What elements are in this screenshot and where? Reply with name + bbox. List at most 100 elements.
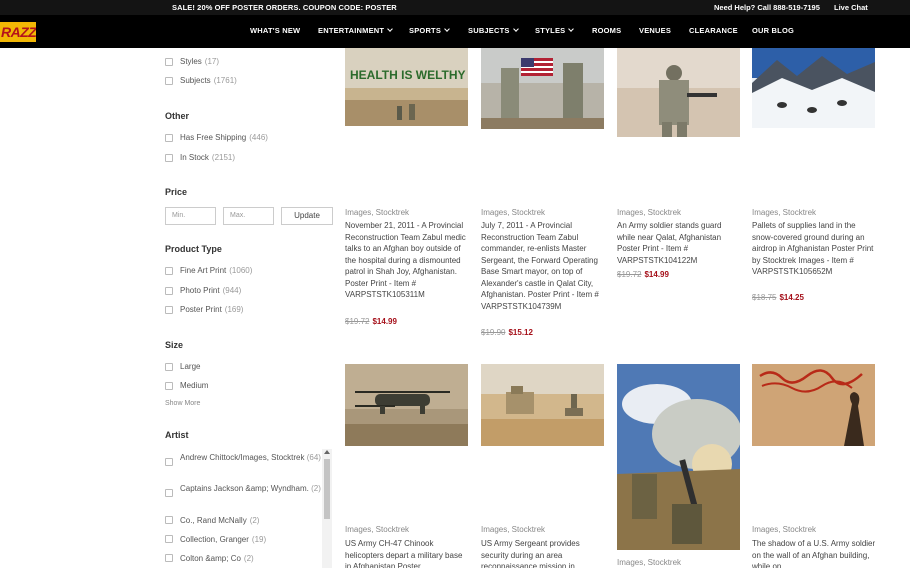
filter-size-medium[interactable]: Medium — [165, 381, 208, 390]
filter-sidebar: Styles (17) Subjects (1761) Other Has Free… — [0, 48, 340, 568]
filter-free-shipping[interactable]: Has Free Shipping (446) — [165, 133, 268, 142]
product-image-reconnaissance[interactable] — [481, 364, 604, 446]
filter-artist-item[interactable]: Colton &amp; Co (2) — [165, 553, 320, 565]
image-sign-text: HEALTH IS WELTHY — [350, 68, 466, 82]
nav-venues[interactable]: VENUES — [639, 26, 671, 35]
filter-size-large[interactable]: Large — [165, 362, 200, 371]
live-chat-link[interactable]: Live Chat — [834, 3, 868, 12]
filter-label: Captains Jackson &amp; Wyndham. — [180, 484, 309, 493]
size-show-more-link[interactable]: Show More — [165, 400, 200, 407]
product-title-link[interactable]: US Army Sergeant provides security durin… — [481, 538, 605, 568]
filter-count: (17) — [204, 57, 220, 66]
checkbox[interactable] — [165, 57, 173, 66]
price-update-button[interactable]: Update — [281, 207, 333, 225]
product-image-shadow[interactable] — [752, 364, 875, 446]
filter-label: Andrew Chittock/Images, Stocktrek — [180, 453, 305, 462]
checkbox[interactable] — [165, 266, 173, 275]
product-category: Images, Stocktrek — [752, 208, 817, 217]
nav-label: VENUES — [639, 26, 672, 35]
checkbox[interactable] — [165, 362, 173, 371]
product-category: Images, Stocktrek — [345, 208, 410, 217]
filter-artist-item[interactable]: Collection, Granger (19) — [165, 534, 320, 546]
checkbox[interactable] — [165, 516, 173, 524]
checkbox[interactable] — [165, 381, 173, 390]
product-type-section-title: Product Type — [165, 244, 222, 254]
checkbox[interactable] — [165, 554, 173, 562]
product-title-link[interactable]: July 7, 2011 - A Provincial Reconstructi… — [481, 220, 605, 312]
scrollbar-thumb[interactable] — [324, 459, 330, 519]
product-category: Images, Stocktrek — [617, 208, 682, 217]
filter-label: Fine Art Print — [180, 266, 227, 275]
nav-label: OUR BLOG — [752, 26, 795, 35]
filter-artist-item[interactable]: Co., Rand McNally (2) — [165, 515, 320, 527]
checkbox[interactable] — [165, 489, 173, 497]
checkbox[interactable] — [165, 286, 173, 295]
nav-sports[interactable]: SPORTS — [409, 26, 450, 35]
nav-entertainment[interactable]: ENTERTAINMENT — [318, 26, 394, 35]
product-image-medic[interactable]: HEALTH IS WELTHY — [345, 48, 468, 126]
nav-rooms[interactable]: ROOMS — [592, 26, 621, 35]
sale-price: $14.99 — [372, 317, 397, 326]
checkbox[interactable] — [165, 133, 173, 142]
filter-label: Styles — [180, 57, 202, 66]
filter-artist-item[interactable]: Andrew Chittock/Images, Stocktrek (64) — [165, 452, 321, 476]
filter-label: Photo Print — [180, 286, 220, 295]
brand-logo[interactable]: RAZZI — [0, 22, 36, 42]
product-title-link[interactable]: An Army soldier stands guard while near … — [617, 220, 741, 266]
filter-count: (944) — [222, 286, 242, 295]
filter-count: (2) — [249, 516, 260, 525]
filter-in-stock[interactable]: In Stock (2151) — [165, 153, 235, 162]
filter-count: (19) — [251, 535, 267, 544]
filter-count: (2) — [311, 484, 321, 493]
nav-clearance[interactable]: CLEARANCE — [689, 26, 738, 35]
checkbox[interactable] — [165, 305, 173, 314]
product-price: $19.90 $15.12 — [481, 328, 533, 337]
filter-photo-print[interactable]: Photo Print (944) — [165, 286, 241, 295]
original-price: $19.72 — [345, 317, 370, 326]
product-title-link[interactable]: US Army CH-47 Chinook helicopters depart… — [345, 538, 469, 568]
scroll-up-arrow-icon[interactable] — [324, 450, 330, 454]
filter-poster-print[interactable]: Poster Print (169) — [165, 305, 243, 314]
product-image-mortar[interactable] — [617, 364, 740, 550]
chevron-down-icon — [387, 26, 394, 32]
product-title-link[interactable]: The shadow of a U.S. Army soldier on the… — [752, 538, 876, 568]
filter-count: (169) — [224, 305, 244, 314]
other-section-title: Other — [165, 111, 190, 121]
filter-artist-item[interactable]: Captains Jackson &amp; Wyndham. (2) — [165, 483, 321, 507]
filter-styles[interactable]: Styles (17) — [165, 57, 219, 66]
checkbox[interactable] — [165, 458, 173, 466]
product-title-link[interactable]: Pallets of supplies land in the snow-cov… — [752, 220, 876, 278]
nav-label: ROOMS — [592, 26, 622, 35]
nav-styles[interactable]: STYLES — [535, 26, 575, 35]
nav-subjects[interactable]: SUBJECTS — [468, 26, 519, 35]
filter-label: Has Free Shipping — [180, 133, 247, 142]
chevron-down-icon — [444, 26, 450, 32]
filter-count: (2151) — [211, 153, 236, 162]
filter-fine-art-print[interactable]: Fine Art Print (1060) — [165, 266, 252, 275]
filter-label: Medium — [180, 381, 209, 390]
product-price: $19.72 $14.99 — [345, 317, 397, 326]
nav-whats-new[interactable]: WHAT'S NEW — [250, 26, 300, 35]
product-image-airdrop[interactable] — [752, 48, 875, 128]
filter-label: Co., Rand McNally — [180, 516, 247, 525]
product-title-link[interactable]: November 21, 2011 - A Provincial Reconst… — [345, 220, 469, 301]
sale-price: $15.12 — [508, 328, 533, 337]
product-image-guard[interactable] — [617, 48, 740, 137]
nav-label: CLEARANCE — [689, 26, 738, 35]
filter-label: Collection, Granger — [180, 535, 249, 544]
artist-list-scrollbar[interactable] — [322, 449, 332, 568]
price-max-input[interactable]: Max. — [223, 207, 274, 225]
product-image-reenlist[interactable] — [481, 48, 604, 129]
artist-filter-list[interactable]: Andrew Chittock/Images, Stocktrek (64) C… — [165, 449, 333, 568]
help-phone-text[interactable]: Need Help? Call 888-519-7195 — [714, 3, 820, 12]
nav-our-blog[interactable]: OUR BLOG — [752, 26, 794, 35]
nav-label: ENTERTAINMENT — [318, 26, 385, 35]
checkbox[interactable] — [165, 535, 173, 543]
product-image-chinook[interactable] — [345, 364, 468, 446]
filter-subjects[interactable]: Subjects (1761) — [165, 76, 237, 85]
price-section-title: Price — [165, 187, 188, 197]
product-photo — [345, 364, 468, 446]
checkbox[interactable] — [165, 76, 173, 85]
checkbox[interactable] — [165, 153, 173, 162]
price-min-input[interactable]: Min. — [165, 207, 216, 225]
